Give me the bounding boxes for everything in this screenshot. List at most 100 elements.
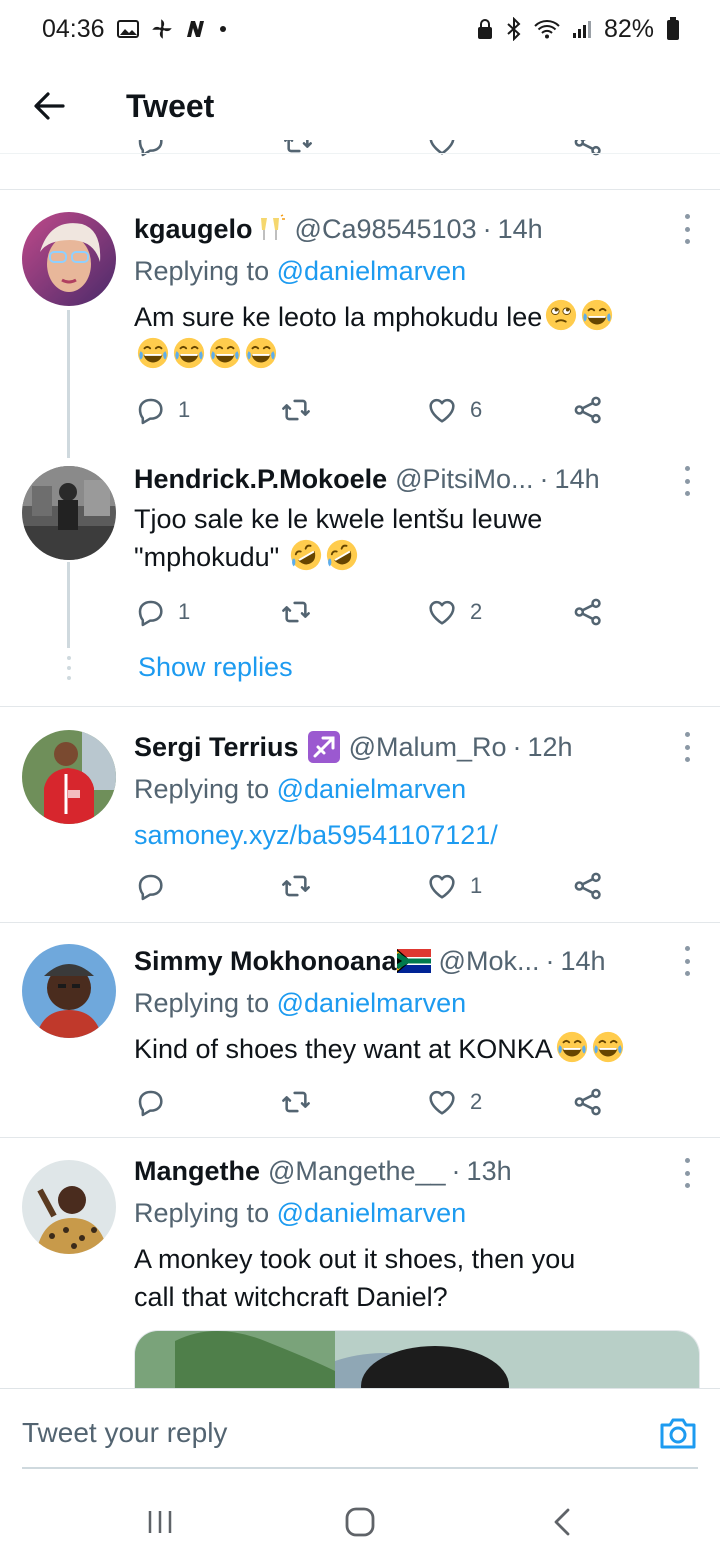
like-count: 6 (470, 397, 483, 422)
handle[interactable]: @Ca98545103 (295, 214, 477, 245)
more-options-icon[interactable] (682, 1158, 692, 1188)
like-button[interactable]: 2 (426, 1082, 482, 1122)
share-button[interactable] (572, 592, 604, 632)
status-right: 82% (476, 15, 680, 44)
mention-link[interactable]: @danielmarven (277, 988, 467, 1018)
url-link[interactable]: samoney.xyz/ba59541107121/ (134, 820, 498, 850)
timestamp[interactable]: 14h (498, 214, 543, 245)
separator-dot: · (451, 1155, 461, 1186)
avatar[interactable] (22, 1160, 116, 1254)
handle[interactable]: @PitsiMo... (395, 464, 533, 495)
display-name[interactable]: Simmy Mokhonoana (134, 946, 397, 977)
more-options-icon[interactable] (682, 466, 692, 496)
more-options-icon[interactable] (682, 946, 692, 976)
avatar[interactable] (22, 730, 116, 824)
tweet-media-image[interactable] (134, 1330, 700, 1390)
display-name[interactable]: Hendrick.P.Mokoele (134, 464, 387, 495)
show-replies-link[interactable]: Show replies (138, 652, 293, 683)
bluetooth-icon (506, 17, 522, 41)
share-button[interactable] (572, 390, 604, 430)
back-button[interactable] (20, 76, 80, 136)
joy-emoji-icon (244, 336, 278, 370)
chevron-left-icon (554, 1508, 570, 1536)
tweet-actions: 1 2 (134, 592, 634, 632)
retweet-button[interactable] (280, 1082, 312, 1122)
mention-link[interactable]: @danielmarven (277, 256, 467, 286)
thread-continuation-dots (66, 656, 72, 680)
display-name[interactable]: kgaugelo (134, 214, 253, 245)
tweet-text: Am sure ke leoto la mphokudu lee (134, 298, 690, 374)
share-button[interactable] (572, 1082, 604, 1122)
handle[interactable]: @Malum_Ro (349, 732, 507, 763)
rofl-emoji-icon (325, 538, 359, 572)
reply-button[interactable] (134, 1082, 166, 1122)
share-icon (572, 870, 604, 902)
like-button[interactable]: 1 (426, 866, 482, 906)
joy-emoji-icon (555, 1030, 589, 1064)
avatar[interactable] (22, 212, 116, 306)
reply-input[interactable]: Tweet your reply (22, 1417, 227, 1449)
tweet-actions: 1 (134, 866, 634, 906)
reply-button[interactable]: 1 (134, 390, 190, 430)
like-button[interactable]: 2 (426, 592, 482, 632)
display-name[interactable]: Mangethe (134, 1156, 260, 1187)
timestamp[interactable]: 13h (467, 1156, 512, 1187)
more-options-icon[interactable] (682, 214, 692, 244)
reply-icon[interactable] (134, 140, 166, 158)
tweet-header: kgaugelo @Ca98545103 · 14h (134, 210, 660, 248)
reply-composer: Tweet your reply (0, 1388, 720, 1488)
tweet-text-line: A monkey took out it shoes, then you (134, 1244, 576, 1274)
avatar[interactable] (22, 466, 116, 560)
tweet-text-content: Am sure ke leoto la mphokudu lee (134, 302, 543, 332)
camera-icon (660, 1418, 696, 1449)
like-icon[interactable] (426, 140, 458, 158)
timestamp[interactable]: 14h (555, 464, 600, 495)
like-count: 2 (470, 599, 483, 624)
timestamp[interactable]: 12h (528, 732, 573, 763)
retweet-button[interactable] (280, 592, 312, 632)
mention-link[interactable]: @danielmarven (277, 1198, 467, 1228)
mention-link[interactable]: @danielmarven (277, 774, 467, 804)
tweet-text: Kind of shoes they want at KONKA (134, 1030, 690, 1068)
share-icon[interactable] (572, 140, 604, 158)
more-options-icon[interactable] (682, 732, 692, 762)
camera-button[interactable] (658, 1413, 698, 1453)
recent-apps-button[interactable] (140, 1504, 180, 1540)
handle[interactable]: @Mok... (439, 946, 540, 977)
share-button[interactable] (572, 866, 604, 906)
tweet-header: Sergi Terrius @Malum_Ro · 12h (134, 728, 660, 766)
notification-dot-icon (219, 25, 227, 33)
like-icon (426, 1086, 458, 1118)
home-button[interactable] (340, 1504, 380, 1540)
recent-apps-icon (148, 1511, 172, 1533)
tweet-header: Mangethe @Mangethe__ · 13h (134, 1152, 660, 1190)
page-title: Tweet (126, 87, 215, 124)
android-nav-bar (0, 1488, 720, 1560)
share-icon (572, 596, 604, 628)
replying-to: Replying to @danielmarven (134, 1198, 466, 1229)
like-button[interactable]: 6 (426, 390, 482, 430)
tweet-text-line: "mphokudu" (134, 542, 280, 572)
display-name[interactable]: Sergi Terrius (134, 732, 299, 763)
replying-to-label: Replying to (134, 774, 270, 804)
avatar[interactable] (22, 944, 116, 1038)
retweet-button[interactable] (280, 390, 312, 430)
lock-icon (476, 18, 494, 40)
reply-button[interactable] (134, 866, 166, 906)
timestamp[interactable]: 14h (560, 946, 605, 977)
divider (0, 1137, 720, 1138)
previous-tweet-actions (0, 140, 720, 168)
retweet-button[interactable] (280, 866, 312, 906)
replying-to-label: Replying to (134, 988, 270, 1018)
reply-icon (134, 1086, 166, 1118)
like-icon (426, 596, 458, 628)
reply-button[interactable]: 1 (134, 592, 190, 632)
divider (0, 706, 720, 707)
wifi-icon (534, 19, 560, 39)
replying-to: Replying to @danielmarven (134, 988, 466, 1019)
header-divider (0, 153, 720, 154)
handle[interactable]: @Mangethe__ (268, 1156, 446, 1187)
joy-emoji-icon (580, 298, 614, 332)
retweet-icon[interactable] (282, 140, 314, 158)
system-back-button[interactable] (542, 1504, 582, 1540)
